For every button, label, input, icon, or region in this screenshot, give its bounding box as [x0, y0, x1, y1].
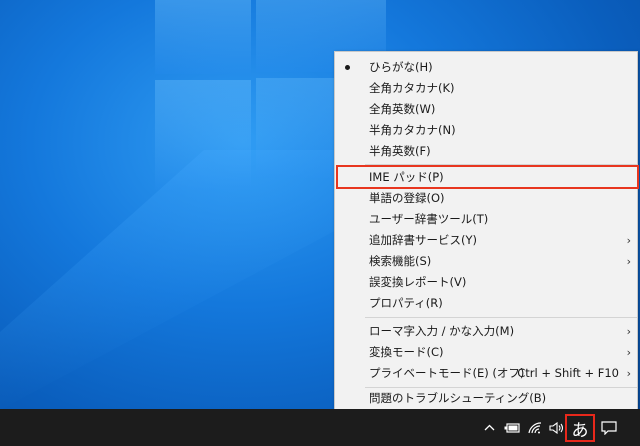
notification-icon: [601, 420, 617, 435]
network-button[interactable]: [525, 409, 545, 446]
submenu-arrow-icon: ›: [626, 325, 631, 338]
action-center-button[interactable]: [598, 409, 620, 446]
menu-item-conversion-report[interactable]: 誤変換レポート(V): [335, 272, 637, 293]
menu-item-romaji-kana-input[interactable]: ローマ字入力 / かな入力(M) ›: [335, 321, 637, 342]
chevron-up-icon: [484, 424, 494, 431]
ime-mode-indicator[interactable]: あ: [565, 414, 595, 442]
submenu-arrow-icon: ›: [626, 255, 631, 268]
speaker-icon: [548, 421, 563, 434]
menu-item-conversion-mode[interactable]: 変換モード(C) ›: [335, 342, 637, 363]
menu-item-shortcut: Ctrl + Shift + F10: [517, 366, 619, 380]
show-hidden-icons-button[interactable]: [481, 409, 497, 446]
menu-item-fullwidth-alphanumeric[interactable]: 全角英数(W): [335, 99, 637, 120]
wifi-icon: [528, 421, 542, 433]
submenu-arrow-icon: ›: [626, 367, 631, 380]
menu-item-label: 問題のトラブルシューティング(B): [369, 391, 547, 405]
menu-item-label: 全角カタカナ(K): [369, 81, 455, 95]
menu-item-label: ローマ字入力 / かな入力(M): [369, 324, 515, 338]
menu-item-word-registration[interactable]: 単語の登録(O): [335, 188, 637, 209]
menu-item-label: 誤変換レポート(V): [369, 275, 467, 289]
menu-item-properties[interactable]: プロパティ(R): [335, 293, 637, 314]
menu-item-label: 半角英数(F): [369, 144, 431, 158]
logo-pane-top-left: [155, 0, 251, 74]
menu-item-label: プライベートモード(E) (オフ): [369, 366, 525, 380]
battery-icon: [504, 422, 520, 433]
menu-item-label: 追加辞書サービス(Y): [369, 233, 477, 247]
submenu-arrow-icon: ›: [626, 346, 631, 359]
ime-context-menu: ひらがな(H) 全角カタカナ(K) 全角英数(W) 半角カタカナ(N) 半角英数…: [334, 51, 639, 410]
menu-item-halfwidth-alphanumeric[interactable]: 半角英数(F): [335, 141, 637, 162]
menu-item-label: 変換モード(C): [369, 345, 444, 359]
menu-item-additional-dictionary[interactable]: 追加辞書サービス(Y) ›: [335, 230, 637, 251]
menu-item-hiragana[interactable]: ひらがな(H): [335, 57, 637, 78]
menu-item-label: 全角英数(W): [369, 102, 436, 116]
menu-item-label: プロパティ(R): [369, 296, 443, 310]
menu-item-fullwidth-katakana[interactable]: 全角カタカナ(K): [335, 78, 637, 99]
menu-item-label: 半角カタカナ(N): [369, 123, 456, 137]
menu-item-private-mode[interactable]: プライベートモード(E) (オフ) Ctrl + Shift + F10 ›: [335, 363, 637, 384]
volume-button[interactable]: [547, 409, 565, 446]
battery-button[interactable]: [502, 409, 522, 446]
submenu-arrow-icon: ›: [626, 234, 631, 247]
ime-mode-text: あ: [571, 420, 589, 441]
selected-bullet-icon: [345, 65, 350, 70]
menu-item-label: 検索機能(S): [369, 254, 432, 268]
menu-item-label: ひらがな(H): [369, 60, 433, 74]
menu-item-label: ユーザー辞書ツール(T): [369, 212, 489, 226]
light-beam: [0, 150, 340, 410]
menu-item-search-function[interactable]: 検索機能(S) ›: [335, 251, 637, 272]
menu-item-user-dictionary-tool[interactable]: ユーザー辞書ツール(T): [335, 209, 637, 230]
menu-separator: [365, 317, 637, 318]
menu-item-label: 単語の登録(O): [369, 191, 445, 205]
ime-pad-highlight-box: [336, 165, 639, 189]
menu-item-halfwidth-katakana[interactable]: 半角カタカナ(N): [335, 120, 637, 141]
menu-item-troubleshooting[interactable]: 問題のトラブルシューティング(B): [335, 388, 637, 409]
